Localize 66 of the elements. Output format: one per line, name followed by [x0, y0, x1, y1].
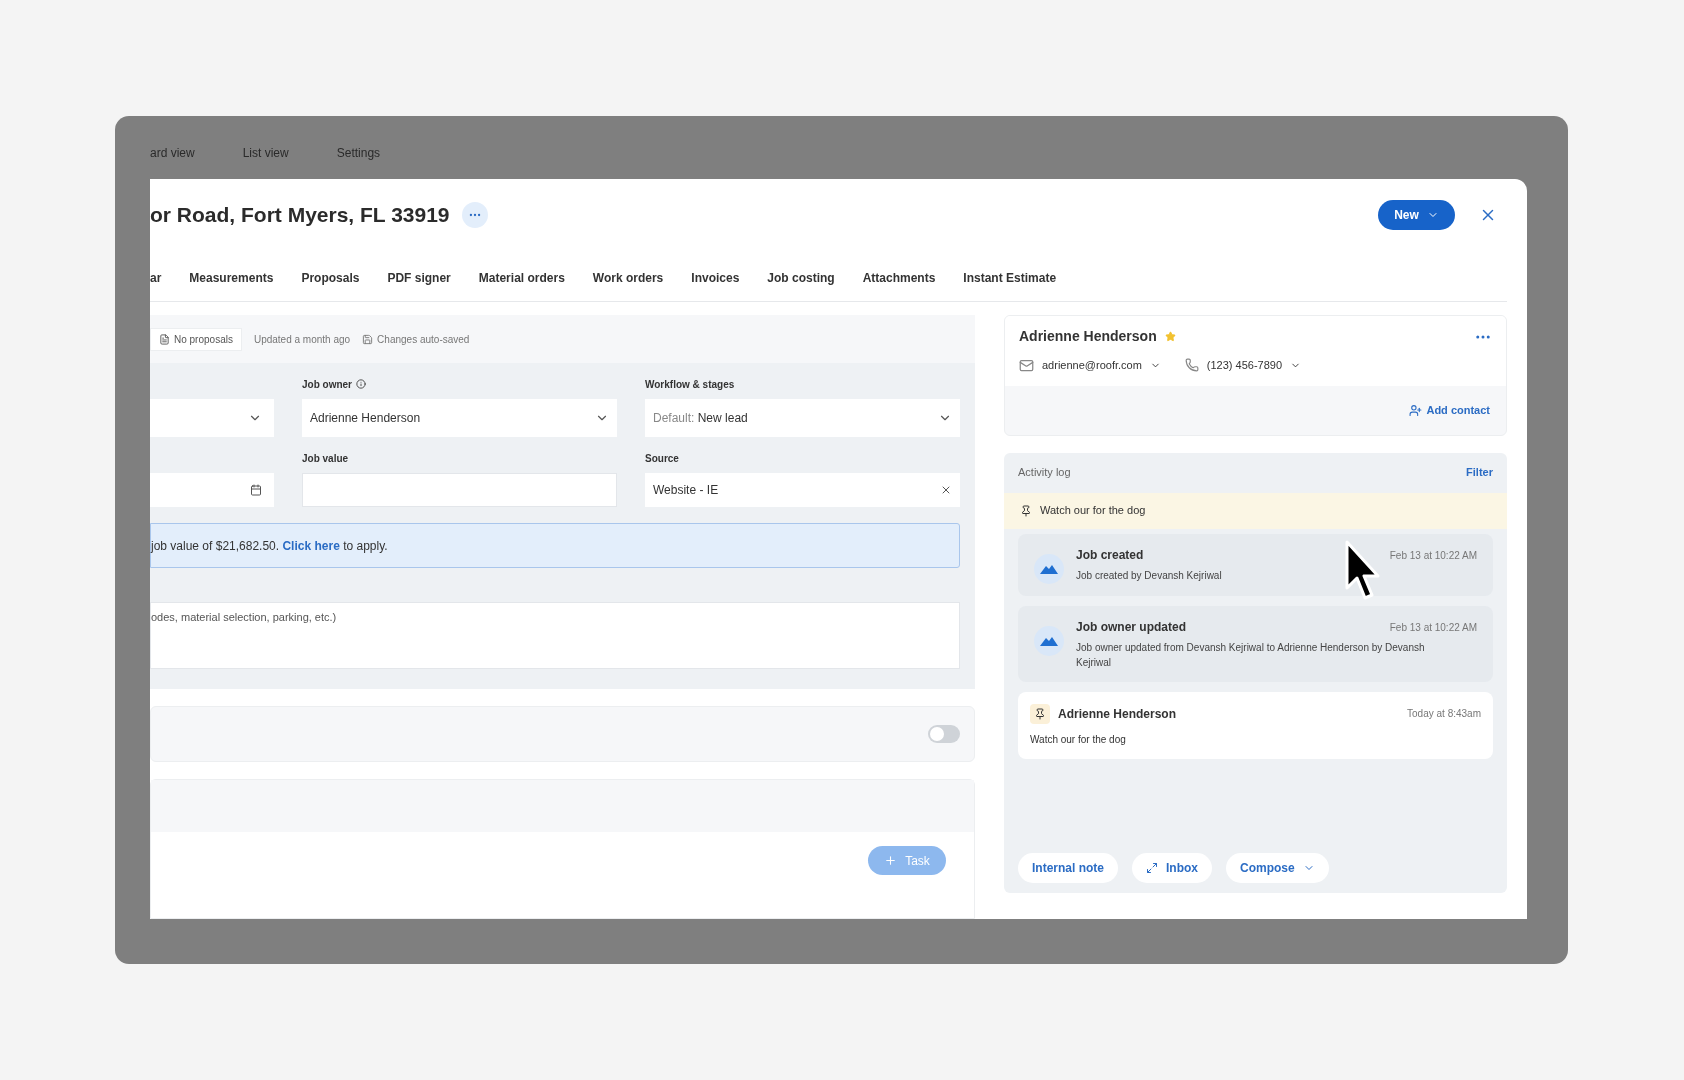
updated-text: Updated a month ago [253, 332, 351, 347]
tab[interactable]: Proposals [301, 269, 360, 287]
filter-link[interactable]: Filter [1466, 464, 1493, 481]
tab[interactable]: PDF signer [387, 269, 451, 287]
proposals-chip: No proposals [150, 327, 242, 351]
job-address-title: or Road, Fort Myers, FL 33919 [150, 202, 450, 229]
roof-logo-icon [1034, 625, 1064, 656]
pin-icon [1030, 703, 1050, 724]
more-options-button[interactable] [461, 201, 488, 228]
tab[interactable]: ar [150, 269, 162, 287]
notes-field[interactable]: odes, material selection, parking, etc.) [150, 602, 960, 669]
clear-icon [940, 484, 952, 496]
entry-text: Job owner updated from Devansh Kejriwal to Adrienne Henderson by Devansh Kejriwal [1076, 640, 1426, 670]
suggestion-text: job value of $21,682.50. Click here to apply. [151, 537, 388, 555]
source-field[interactable]: Website - IE [645, 473, 960, 507]
new-button[interactable]: New [1378, 199, 1455, 230]
note-time: Today at 8:43am [1407, 707, 1481, 721]
entry-time: Feb 13 at 10:22 AM [1389, 548, 1477, 563]
tab[interactable]: Material orders [478, 269, 565, 287]
entry-text: Job created by Devansh Kejriwal [1076, 568, 1223, 583]
document-icon [159, 333, 170, 345]
field-label: Workflow & stages [645, 378, 736, 391]
compose-button[interactable]: Compose [1226, 852, 1329, 883]
phone-icon [1184, 358, 1199, 373]
note-author: Adrienne Henderson [1058, 705, 1177, 723]
entry-time: Feb 13 at 10:22 AM [1389, 620, 1477, 635]
pin-icon [1020, 504, 1032, 517]
autosave-status: Changes auto-saved [362, 331, 470, 347]
phone-dropdown[interactable]: (123) 456-7890 [1184, 357, 1302, 374]
save-icon [362, 333, 374, 345]
entry-title: Job created [1076, 546, 1144, 564]
job-owner-dropdown[interactable]: Adrienne Henderson [302, 399, 617, 437]
info-icon [356, 379, 366, 389]
dropdown-field[interactable] [150, 399, 274, 437]
tab[interactable]: Attachments [862, 269, 936, 287]
tab[interactable]: Job costing [767, 269, 835, 287]
entry-title: Job owner updated [1076, 618, 1186, 636]
expand-icon [1146, 861, 1158, 874]
inbox-button[interactable]: Inbox [1132, 852, 1212, 883]
click-here-link[interactable]: Click here [282, 538, 340, 553]
calendar-icon [250, 484, 262, 496]
pinned-note-text: Watch our for the dog [1040, 503, 1146, 519]
field-label: Source [645, 452, 680, 465]
date-field[interactable] [150, 473, 274, 507]
plus-icon [884, 854, 898, 867]
email-dropdown[interactable]: adrienne@roofr.com [1019, 357, 1161, 374]
tab[interactable]: Instant Estimate [963, 269, 1057, 287]
toggle-switch[interactable] [928, 725, 960, 743]
mail-icon [1019, 357, 1034, 373]
job-value-field[interactable] [302, 473, 617, 507]
background-tab-label: Settings [336, 144, 381, 162]
background-tab-label: List view [242, 144, 289, 162]
roof-logo-icon [1034, 553, 1064, 584]
tab[interactable]: Invoices [691, 269, 740, 287]
tab[interactable]: Measurements [189, 269, 274, 287]
field-label: Job value [302, 452, 350, 465]
add-contact-link[interactable]: Add contact [1409, 401, 1490, 419]
note-text: Watch our for the dog [1030, 732, 1127, 747]
contact-name: Adrienne Henderson [1019, 327, 1157, 346]
background-tab-label: ard view [150, 144, 195, 162]
add-user-icon [1409, 403, 1423, 417]
internal-note-button[interactable]: Internal note [1018, 852, 1118, 883]
workflow-dropdown[interactable]: Default: New lead [645, 399, 960, 437]
field-label: Job owner [302, 377, 617, 391]
tab[interactable]: Work orders [592, 269, 664, 287]
activity-log-title: Activity log [1018, 465, 1071, 481]
